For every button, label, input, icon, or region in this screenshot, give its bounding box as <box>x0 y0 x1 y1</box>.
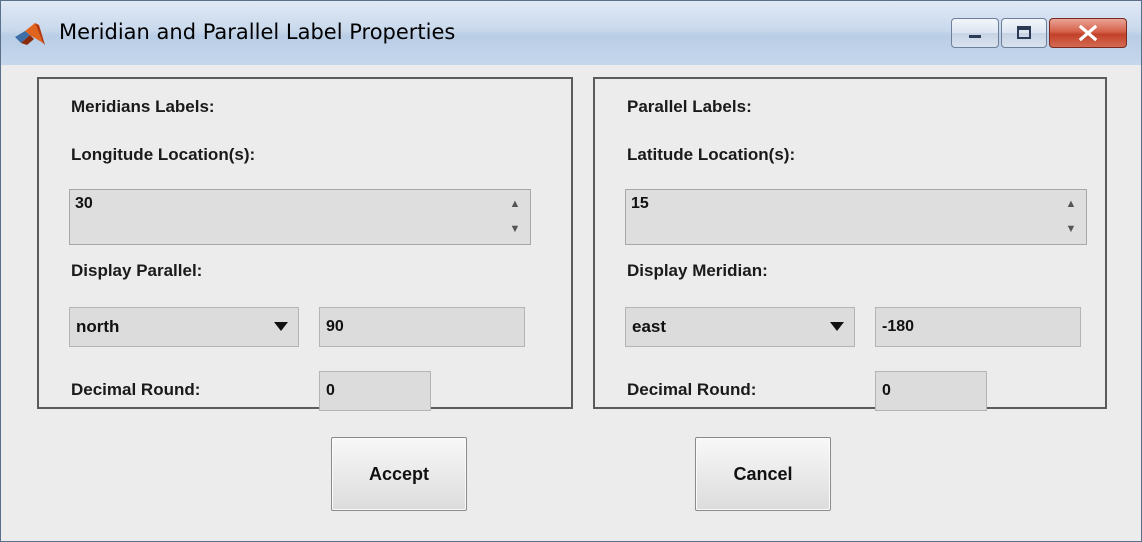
meridians-section-label: Meridians Labels: <box>71 97 215 116</box>
decimal-round-field[interactable]: 0 <box>875 371 987 411</box>
maximize-button[interactable] <box>1001 18 1047 48</box>
display-parallel-value: 90 <box>326 318 344 335</box>
matlab-logo-icon <box>13 21 47 47</box>
display-meridian-value: -180 <box>882 318 915 335</box>
longitude-spinner[interactable]: ▲ ▼ <box>502 192 528 242</box>
maximize-icon <box>1017 26 1031 39</box>
parallels-section-label: Parallel Labels: <box>627 97 752 116</box>
display-meridian-label: Display Meridian: <box>627 261 768 280</box>
latitude-spinner[interactable]: ▲ ▼ <box>1058 192 1084 242</box>
decimal-round-field[interactable]: 0 <box>319 371 431 411</box>
minimize-button[interactable] <box>951 18 999 48</box>
display-meridian-dropdown[interactable]: east <box>625 307 855 347</box>
parallels-panel: Parallel Labels: Latitude Location(s): 1… <box>593 77 1107 411</box>
close-icon <box>1078 24 1098 42</box>
display-meridian-selected: east <box>632 317 667 336</box>
spin-down-icon[interactable]: ▼ <box>502 217 528 242</box>
close-button[interactable] <box>1049 18 1127 48</box>
chevron-down-icon <box>830 322 844 331</box>
decimal-round-label: Decimal Round: <box>627 380 757 399</box>
display-meridian-value-field[interactable]: -180 <box>875 307 1081 347</box>
display-parallel-selected: north <box>76 317 120 336</box>
accept-button[interactable]: Accept <box>331 437 467 511</box>
longitude-location-value: 30 <box>75 195 93 212</box>
latitude-location-input[interactable]: 15 ▲ ▼ <box>625 189 1087 245</box>
spin-down-icon[interactable]: ▼ <box>1058 217 1084 242</box>
dialog-body: Meridians Labels: Longitude Location(s):… <box>1 65 1141 541</box>
meridians-panel: Meridians Labels: Longitude Location(s):… <box>37 77 573 411</box>
dialog-window: Meridian and Parallel Label Properties M… <box>0 0 1142 542</box>
decimal-round-value: 0 <box>326 382 335 399</box>
decimal-round-label: Decimal Round: <box>71 380 201 399</box>
latitude-location-label: Latitude Location(s): <box>627 145 796 164</box>
cancel-button[interactable]: Cancel <box>695 437 831 511</box>
spin-up-icon[interactable]: ▲ <box>502 192 528 217</box>
decimal-round-value: 0 <box>882 382 891 399</box>
spin-up-icon[interactable]: ▲ <box>1058 192 1084 217</box>
display-parallel-value-field[interactable]: 90 <box>319 307 525 347</box>
display-parallel-dropdown[interactable]: north <box>69 307 299 347</box>
minimize-icon <box>969 35 981 38</box>
longitude-location-input[interactable]: 30 ▲ ▼ <box>69 189 531 245</box>
display-parallel-label: Display Parallel: <box>71 261 203 280</box>
window-title: Meridian and Parallel Label Properties <box>59 20 456 44</box>
latitude-location-value: 15 <box>631 195 649 212</box>
chevron-down-icon <box>274 322 288 331</box>
title-bar[interactable]: Meridian and Parallel Label Properties <box>1 1 1141 65</box>
longitude-location-label: Longitude Location(s): <box>71 145 256 164</box>
